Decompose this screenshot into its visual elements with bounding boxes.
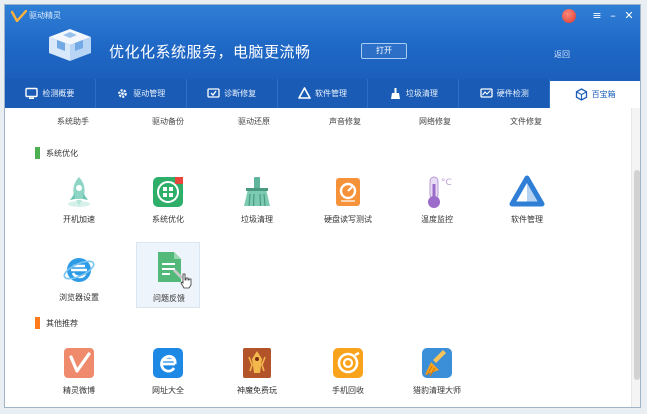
back-button[interactable]: 返回 <box>554 49 570 60</box>
subtab-driver-restore[interactable]: 驱动还原 <box>238 116 270 127</box>
tool-boot-speedup[interactable]: 开机加速 <box>47 168 111 230</box>
tab-junk-clean[interactable]: 垃圾清理 <box>368 79 460 108</box>
tool-system-optimize[interactable]: 系统优化 <box>136 168 200 230</box>
tool-junk-clean[interactable]: 垃圾清理 <box>225 168 289 230</box>
ie-browser-icon <box>153 348 183 378</box>
tool-label: 神魔免费玩 <box>237 386 277 395</box>
menu-icon[interactable]: ≡ <box>590 9 604 23</box>
tool-label: 猎豹清理大师 <box>413 386 461 395</box>
tool-label: 垃圾清理 <box>241 215 273 224</box>
tab-label: 驱动管理 <box>133 89 166 98</box>
section-title: 系统优化 <box>46 148 78 158</box>
tool-clean-master[interactable]: 猎豹清理大师 <box>405 339 469 401</box>
banner-slogan: 优化化系统服务，电脑更流畅 <box>109 43 311 61</box>
subtab-network-repair[interactable]: 网络修复 <box>419 116 451 127</box>
tool-browser-settings[interactable]: 浏览器设置 <box>47 246 111 308</box>
minimize-icon[interactable]: – <box>606 9 620 23</box>
app-logo-icon <box>11 10 27 22</box>
tab-software-manage[interactable]: 软件管理 <box>278 79 369 108</box>
quick-tool-bar: 系统助手 驱动备份 驱动还原 声音修复 网络修复 文件修复 <box>5 116 631 130</box>
browser-icon <box>63 258 95 282</box>
content-scrollbar[interactable] <box>631 108 640 407</box>
section-marker <box>35 147 40 159</box>
app-title: 驱动精灵 <box>29 11 61 20</box>
app-window: 驱动精灵 ≡ – ✕ 优化化系统服务，电脑更流畅 打开 返回 检测概要 驱动管理… <box>4 4 641 408</box>
tool-temperature-monitor[interactable]: °C 温度监控 <box>405 168 469 230</box>
close-icon[interactable]: ✕ <box>622 9 636 23</box>
tool-web-directory[interactable]: 网址大全 <box>136 339 200 401</box>
tool-weibo[interactable]: 精灵微博 <box>47 339 111 401</box>
tab-hardware-check[interactable]: 硬件检测 <box>459 79 551 108</box>
subtab-system-assistant[interactable]: 系统助手 <box>57 116 89 127</box>
svg-text:°C: °C <box>441 178 452 188</box>
tool-software-manage[interactable]: 软件管理 <box>495 168 559 230</box>
hardware-icon <box>480 88 493 98</box>
system-optimize-icon <box>153 177 183 207</box>
tab-label: 垃圾清理 <box>405 89 438 98</box>
tool-label: 开机加速 <box>63 215 95 224</box>
broom-icon <box>244 177 270 207</box>
tab-label: 诊断修复 <box>224 89 257 98</box>
toolbox-icon <box>575 88 587 101</box>
tool-phone-recycle[interactable]: 手机回收 <box>316 339 380 401</box>
subtab-file-repair[interactable]: 文件修复 <box>510 116 542 127</box>
rocket-icon <box>68 177 90 207</box>
tool-label: 精灵微博 <box>63 386 95 395</box>
tab-scan-summary[interactable]: 检测概要 <box>5 79 96 108</box>
section-system-optimize: 系统优化 <box>35 147 78 159</box>
tab-toolbox[interactable]: 百宝箱 <box>550 79 640 108</box>
optimize-banner-icon <box>49 29 91 61</box>
tool-label: 问题反馈 <box>153 294 185 303</box>
tab-label: 百宝箱 <box>591 90 616 99</box>
scrollbar-thumb[interactable] <box>634 170 640 380</box>
tab-label: 检测概要 <box>42 89 75 98</box>
tool-label: 浏览器设置 <box>59 293 99 302</box>
repair-icon <box>207 88 220 98</box>
game-icon <box>243 348 271 378</box>
tool-label: 手机回收 <box>332 386 364 395</box>
tool-label: 网址大全 <box>152 386 184 395</box>
tool-label: 系统优化 <box>152 215 184 224</box>
tab-diagnose-repair[interactable]: 诊断修复 <box>187 79 278 108</box>
tool-disk-test[interactable]: 硬盘读写测试 <box>316 168 380 230</box>
clean-master-icon <box>422 348 452 378</box>
monitor-icon <box>25 87 39 99</box>
section-marker <box>35 317 40 329</box>
tab-driver-manage[interactable]: 驱动管理 <box>96 79 187 108</box>
tool-feedback[interactable]: 问题反馈 <box>136 242 200 308</box>
broom-icon <box>390 88 400 99</box>
software-manage-icon <box>509 175 545 207</box>
thermometer-icon: °C <box>428 176 452 208</box>
tool-game[interactable]: 神魔免费玩 <box>225 339 289 401</box>
section-title: 其他推荐 <box>46 318 78 328</box>
tool-label: 硬盘读写测试 <box>324 215 372 224</box>
tab-label: 硬件检测 <box>496 89 529 98</box>
subtab-driver-backup[interactable]: 驱动备份 <box>152 116 184 127</box>
section-other-recommend: 其他推荐 <box>35 317 78 329</box>
subtab-sound-repair[interactable]: 声音修复 <box>329 116 361 127</box>
skin-icon[interactable] <box>562 9 576 23</box>
weibo-icon <box>64 348 94 378</box>
toolbox-content: 系统助手 驱动备份 驱动还原 声音修复 网络修复 文件修复 系统优化 开机加速 <box>5 108 631 407</box>
main-tab-bar: 检测概要 驱动管理 诊断修复 软件管理 垃圾清理 硬件检测 百宝箱 <box>5 79 640 108</box>
gear-icon <box>118 89 128 98</box>
recycle-icon <box>333 348 363 378</box>
tab-label: 软件管理 <box>315 89 347 98</box>
disk-speed-icon <box>336 178 360 206</box>
software-icon <box>298 87 311 99</box>
tool-label: 温度监控 <box>421 215 453 224</box>
cursor-hand-icon <box>180 273 192 289</box>
open-button[interactable]: 打开 <box>361 43 407 59</box>
tool-label: 软件管理 <box>511 215 543 224</box>
header-banner: 驱动精灵 ≡ – ✕ 优化化系统服务，电脑更流畅 打开 返回 <box>5 5 640 79</box>
